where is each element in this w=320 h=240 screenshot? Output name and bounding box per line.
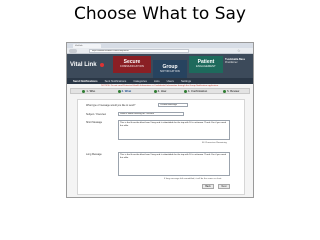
user-info[interactable]: Tsodobatta Bass Practitioner xyxy=(225,58,253,64)
step-what[interactable]: 2. What xyxy=(107,89,143,93)
step-number: 5. xyxy=(227,89,230,93)
nav-categories[interactable]: Categories xyxy=(133,79,147,83)
bookmark-star-icon[interactable]: ☆ xyxy=(237,49,241,53)
step-confirmation[interactable]: 4. Confirmation xyxy=(178,89,214,93)
step-number: 3. xyxy=(157,89,160,93)
step-current-icon xyxy=(117,89,121,93)
short-message-label: Short Message xyxy=(86,121,103,124)
subject-input[interactable]: Dawn's Home Nursing for: Ted Bell xyxy=(118,112,184,116)
tile-subtitle: NOTIFICATION xyxy=(160,70,180,73)
next-button[interactable]: Next xyxy=(218,184,230,189)
short-message-textarea[interactable]: This is the fb-on-the-blunt from Vinay a… xyxy=(118,120,230,140)
app-screenshot: VitalLink https://vitallink.medtech.com/… xyxy=(66,42,254,198)
message-type-label: What type of message would you like to s… xyxy=(86,104,136,107)
nav-send-notifications[interactable]: Send Notifications xyxy=(73,79,98,83)
short-message-counter: 66 Characters Remaining xyxy=(202,142,227,144)
subject-label: Subject / Overview xyxy=(86,113,106,116)
back-forward-icon[interactable] xyxy=(69,49,77,53)
user-role: Practitioner xyxy=(225,61,238,64)
long-message-note: If long message left unmodified, it will… xyxy=(164,178,222,180)
step-label: What xyxy=(124,89,132,93)
step-how[interactable]: 3. How xyxy=(142,89,178,93)
message-form: What type of message would you like to s… xyxy=(77,99,245,195)
nav-settings[interactable]: Settings xyxy=(181,79,191,83)
step-icon xyxy=(153,89,157,93)
long-message-label: Long Message xyxy=(86,153,102,156)
step-label: How xyxy=(160,89,167,93)
tile-patient-engagement[interactable]: Patient ENGAGEMENT xyxy=(189,56,223,73)
app-logo: Vital Link xyxy=(70,62,97,68)
wizard-steps: 1. Who 2. What 3. How 4. Confirmation 5. Revi… xyxy=(70,88,250,94)
step-complete-icon xyxy=(82,89,86,93)
nav-users[interactable]: Users xyxy=(167,79,174,83)
step-number: 2. xyxy=(121,89,124,93)
step-review[interactable]: 5. Review xyxy=(213,89,249,93)
tile-secure-communication[interactable]: Secure COMMUNICATION xyxy=(113,56,151,73)
step-who[interactable]: 1. Who xyxy=(71,89,107,93)
tile-subtitle: COMMUNICATION xyxy=(119,65,145,68)
step-number: 4. xyxy=(187,89,191,93)
tile-group-notification[interactable]: Group NOTIFICATION xyxy=(153,60,187,78)
app-header: Vital Link Secure COMMUNICATION Group NO… xyxy=(67,54,253,78)
step-label: Review xyxy=(230,89,240,93)
nav-lists[interactable]: Lists xyxy=(154,79,160,83)
step-icon xyxy=(183,89,187,93)
back-button[interactable]: Back xyxy=(202,184,214,189)
url-field[interactable]: https://vitallink.medtech.com/Group/Send xyxy=(89,49,189,53)
step-icon xyxy=(223,89,227,93)
slide-title: Choose What to Say xyxy=(74,4,246,24)
step-number: 1. xyxy=(86,89,89,93)
nav-sent-notifications[interactable]: Sent Notifications xyxy=(105,79,127,83)
step-label: Who xyxy=(89,89,96,93)
logo-mark-icon xyxy=(100,63,104,67)
message-type-select[interactable]: Custom Message xyxy=(158,103,188,107)
step-label: Confirmation xyxy=(191,89,208,93)
tile-subtitle: ENGAGEMENT xyxy=(196,65,216,68)
long-message-textarea[interactable]: This is the fb-on-the-blunt from Vinay a… xyxy=(118,152,230,176)
